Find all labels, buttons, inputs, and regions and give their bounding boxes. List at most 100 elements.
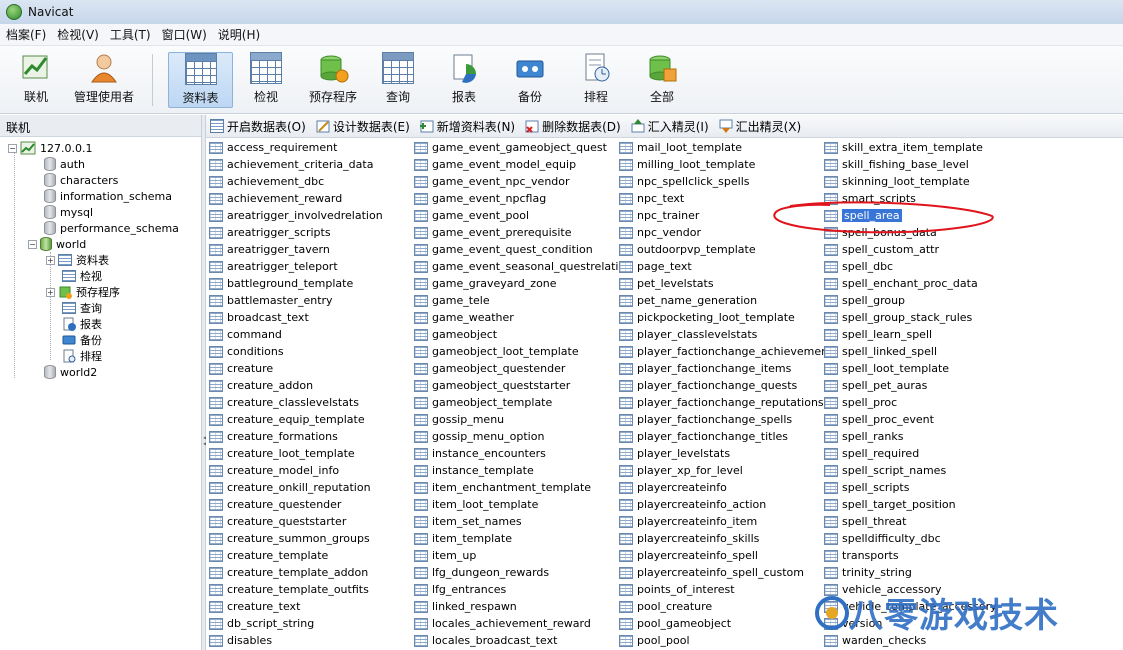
table-item[interactable]: spell_bonus_data (824, 224, 997, 241)
tree-db-mysql[interactable]: mysql (44, 204, 93, 220)
table-item[interactable]: gameobject_template (414, 394, 632, 411)
table-item[interactable]: spelldifficulty_dbc (824, 530, 997, 547)
table-item[interactable]: game_graveyard_zone (414, 275, 632, 292)
tree-world-views[interactable]: 检视 (62, 268, 102, 284)
tree-world-reports[interactable]: 报表 (62, 316, 102, 332)
tree-db-information-schema[interactable]: information_schema (44, 188, 172, 204)
table-item[interactable]: spell_custom_attr (824, 241, 997, 258)
table-item[interactable]: gossip_menu_option (414, 428, 632, 445)
toolbar-connection-button[interactable]: 联机 (6, 52, 66, 108)
table-item[interactable]: lfg_dungeon_rewards (414, 564, 632, 581)
tree-db-characters[interactable]: characters (44, 172, 118, 188)
table-item[interactable]: playercreateinfo_spell (619, 547, 832, 564)
table-item[interactable]: creature_loot_template (209, 445, 383, 462)
menu-tools[interactable]: 工具(T) (110, 26, 151, 43)
toolbar-tables-button[interactable]: 资料表 (168, 52, 233, 108)
table-item[interactable]: pool_gameobject (619, 615, 832, 632)
table-item[interactable]: instance_encounters (414, 445, 632, 462)
table-item[interactable]: pickpocketing_loot_template (619, 309, 832, 326)
table-item[interactable]: spell_area (824, 207, 997, 224)
table-item[interactable]: pet_name_generation (619, 292, 832, 309)
table-item[interactable]: creature_formations (209, 428, 383, 445)
table-item[interactable]: linked_respawn (414, 598, 632, 615)
table-item[interactable]: pool_creature (619, 598, 832, 615)
toolbar-functions-button[interactable]: 预存程序 (302, 52, 364, 108)
table-item[interactable]: spell_target_position (824, 496, 997, 513)
table-item[interactable]: transports (824, 547, 997, 564)
tree-world-backup[interactable]: 备份 (62, 332, 102, 348)
table-item[interactable]: disables (209, 632, 383, 649)
tree-world-schedule[interactable]: 排程 (62, 348, 102, 364)
table-item[interactable]: instance_template (414, 462, 632, 479)
table-item[interactable]: spell_linked_spell (824, 343, 997, 360)
table-item[interactable]: spell_group (824, 292, 997, 309)
table-item[interactable]: npc_spellclick_spells (619, 173, 832, 190)
table-item[interactable]: areatrigger_involvedrelation (209, 207, 383, 224)
table-item[interactable]: gameobject_queststarter (414, 377, 632, 394)
table-item[interactable]: broadcast_text (209, 309, 383, 326)
table-item[interactable]: spell_proc (824, 394, 997, 411)
collapse-icon[interactable]: − (28, 239, 37, 249)
table-item[interactable]: gossip_menu (414, 411, 632, 428)
table-item[interactable]: game_weather (414, 309, 632, 326)
table-item[interactable]: pet_levelstats (619, 275, 832, 292)
toolbar-schedule-button[interactable]: 排程 (570, 52, 622, 108)
tree-world-functions[interactable]: + 预存程序 (46, 284, 120, 300)
table-item[interactable]: playercreateinfo_item (619, 513, 832, 530)
tree-world-queries[interactable]: 查询 (62, 300, 102, 316)
collapse-icon[interactable]: − (8, 143, 17, 153)
export-wizard-button[interactable]: 汇出精灵(X) (719, 118, 801, 135)
menu-file[interactable]: 档案(F) (6, 26, 46, 43)
tree-db-world[interactable]: − world (28, 236, 86, 252)
table-item[interactable]: creature_onkill_reputation (209, 479, 383, 496)
table-item[interactable]: creature_text (209, 598, 383, 615)
expand-icon[interactable]: + (46, 255, 55, 265)
table-item[interactable]: outdoorpvp_template (619, 241, 832, 258)
design-table-button[interactable]: 设计数据表(E) (316, 118, 410, 135)
table-item[interactable]: battleground_template (209, 275, 383, 292)
table-item[interactable]: gameobject_loot_template (414, 343, 632, 360)
toolbar-reports-button[interactable]: 报表 (438, 52, 490, 108)
toolbar-users-button[interactable]: 管理使用者 (68, 52, 140, 108)
table-item[interactable]: spell_required (824, 445, 997, 462)
table-item[interactable]: achievement_reward (209, 190, 383, 207)
table-item[interactable]: spell_scripts (824, 479, 997, 496)
tree-db-auth[interactable]: auth (44, 156, 85, 172)
table-item[interactable]: areatrigger_tavern (209, 241, 383, 258)
table-item[interactable]: player_levelstats (619, 445, 832, 462)
table-item[interactable]: creature_addon (209, 377, 383, 394)
table-item[interactable]: spell_enchant_proc_data (824, 275, 997, 292)
table-item[interactable]: spell_learn_spell (824, 326, 997, 343)
table-item[interactable]: creature_model_info (209, 462, 383, 479)
table-item[interactable]: trinity_string (824, 564, 997, 581)
table-item[interactable]: pool_pool (619, 632, 832, 649)
toolbar-queries-button[interactable]: 查询 (372, 52, 424, 108)
table-item[interactable]: npc_vendor (619, 224, 832, 241)
table-item[interactable]: creature (209, 360, 383, 377)
table-item[interactable]: skill_extra_item_template (824, 139, 997, 156)
table-item[interactable]: creature_equip_template (209, 411, 383, 428)
table-item[interactable]: player_classlevelstats (619, 326, 832, 343)
table-item[interactable]: player_factionchange_reputations (619, 394, 832, 411)
table-item[interactable]: warden_checks (824, 632, 997, 649)
tree-connection[interactable]: − 127.0.0.1 (8, 140, 92, 156)
table-item[interactable]: creature_questender (209, 496, 383, 513)
table-item[interactable]: areatrigger_scripts (209, 224, 383, 241)
table-item[interactable]: npc_text (619, 190, 832, 207)
table-item[interactable]: item_enchantment_template (414, 479, 632, 496)
table-item[interactable]: game_event_gameobject_quest (414, 139, 632, 156)
table-item[interactable]: spell_group_stack_rules (824, 309, 997, 326)
table-item[interactable]: npc_trainer (619, 207, 832, 224)
table-item[interactable]: playercreateinfo_action (619, 496, 832, 513)
table-item[interactable]: points_of_interest (619, 581, 832, 598)
table-item[interactable]: version (824, 615, 997, 632)
table-item[interactable]: areatrigger_teleport (209, 258, 383, 275)
table-item[interactable]: gameobject (414, 326, 632, 343)
table-item[interactable]: creature_template_addon (209, 564, 383, 581)
table-item[interactable]: creature_summon_groups (209, 530, 383, 547)
table-item[interactable]: spell_loot_template (824, 360, 997, 377)
table-item[interactable]: battlemaster_entry (209, 292, 383, 309)
table-item[interactable]: item_up (414, 547, 632, 564)
table-item[interactable]: player_factionchange_spells (619, 411, 832, 428)
table-item[interactable]: gameobject_questender (414, 360, 632, 377)
